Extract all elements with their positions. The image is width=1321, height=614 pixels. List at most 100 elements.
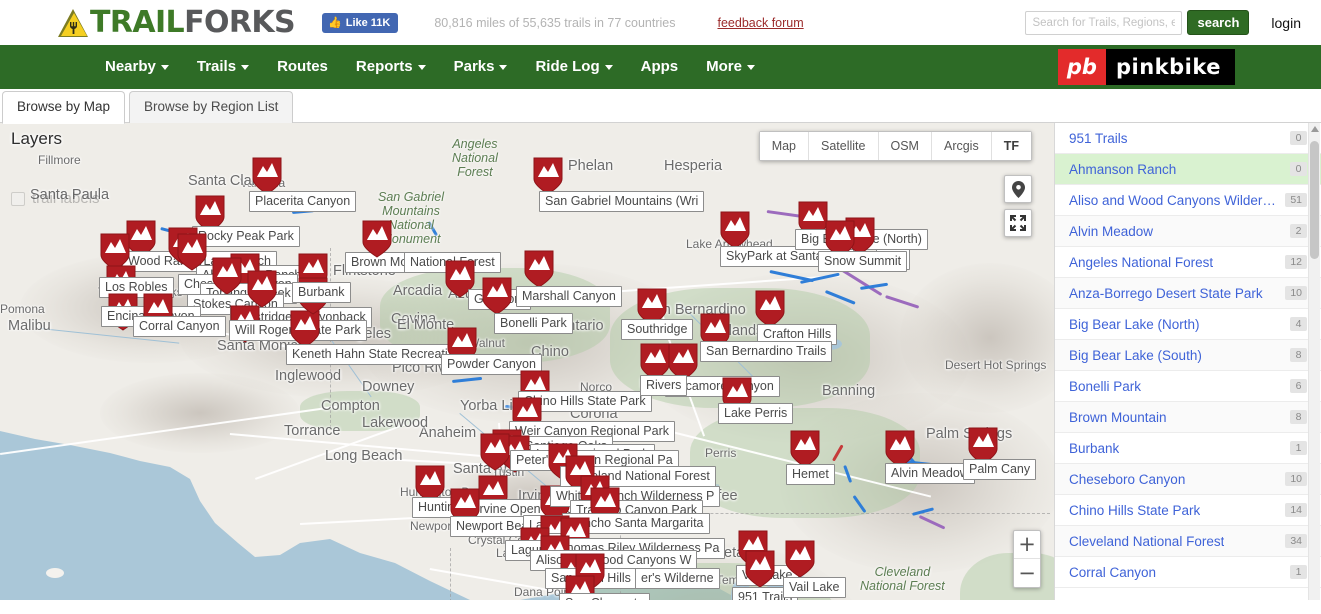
fullscreen-button[interactable]: [1004, 209, 1032, 237]
nav-label: Reports: [355, 58, 413, 75]
region-row[interactable]: Brown Mountain 8: [1055, 402, 1321, 433]
region-row[interactable]: Corral Canyon 1: [1055, 557, 1321, 588]
map-marker-cheseboro-canyon[interactable]: [177, 233, 207, 271]
nav-item-parks[interactable]: Parks: [440, 45, 522, 89]
region-row[interactable]: 951 Trails 0: [1055, 123, 1321, 154]
region-row[interactable]: Angeles National Forest 12: [1055, 247, 1321, 278]
map-marker-san-gabriel-wrightwood[interactable]: [533, 157, 563, 195]
map-marker-label-san-gabriel-wrightwood[interactable]: San Gabriel Mountains (Wri: [539, 191, 705, 212]
region-row[interactable]: Big Bear Lake (North) 4: [1055, 309, 1321, 340]
nav-item-apps[interactable]: Apps: [627, 45, 693, 89]
nav-item-ride-log[interactable]: Ride Log: [521, 45, 626, 89]
map-marker-bonelli-park[interactable]: [482, 277, 512, 315]
zoom-in-button[interactable]: +: [1014, 531, 1040, 559]
map-type-map[interactable]: Map: [759, 132, 810, 160]
map-marker-label-burbank[interactable]: Burbank: [292, 282, 351, 303]
region-name: Alvin Meadow: [1069, 223, 1154, 239]
nav-items: Nearby Trails Routes Reports Parks Ride …: [91, 45, 769, 89]
scroll-up-arrow-icon[interactable]: [1311, 126, 1319, 132]
layers-panel-title[interactable]: Layers: [0, 129, 100, 149]
map-marker-hemet-mk[interactable]: [790, 430, 820, 468]
map-marker-label-rocky-peak-park[interactable]: Rocky Peak Park: [192, 226, 300, 247]
nav-label: Routes: [277, 58, 328, 75]
map-marker-marshall-canyon[interactable]: [524, 250, 554, 288]
map-marker-label-alvin-meadow[interactable]: Alvin Meadow: [885, 463, 975, 484]
region-row[interactable]: Burbank 1: [1055, 433, 1321, 464]
region-trail-count: 10: [1285, 286, 1307, 300]
map-marker-angeles-national-forest[interactable]: [362, 220, 392, 258]
nav-label: Nearby: [105, 58, 156, 75]
map-marker-vail-lake-2[interactable]: [785, 540, 815, 578]
map-marker-label-palm-canyon[interactable]: Palm Cany: [963, 459, 1037, 480]
map-marker-label-bonelli-park[interactable]: Bonelli Park: [494, 313, 573, 334]
map-marker-peters-canyon-regional-park[interactable]: [480, 433, 510, 471]
sidebar-scrollbar[interactable]: [1308, 123, 1320, 600]
map-marker-label-snow-summit[interactable]: Snow Summit: [818, 251, 908, 272]
scrollbar-thumb[interactable]: [1310, 141, 1319, 259]
region-trail-count: 10: [1285, 472, 1307, 486]
map-marker-westridge-canyonback[interactable]: [247, 270, 277, 308]
map-type-satellite[interactable]: Satellite: [809, 132, 879, 160]
map-marker-label-placerita-canyon[interactable]: Placerita Canyon: [249, 191, 357, 212]
map-marker-label-keneth-hahn[interactable]: Keneth Hahn State Recreati: [286, 344, 454, 365]
region-list[interactable]: 951 Trails 0 Ahmanson Ranch 0 Aliso and Wood…: [1055, 123, 1321, 600]
nav-label: Trails: [196, 58, 237, 75]
map-marker-label-corral-canyon[interactable]: Corral Canyon: [133, 316, 226, 337]
region-row[interactable]: Big Bear Lake (South) 8: [1055, 340, 1321, 371]
map-marker-placerita-canyon[interactable]: [252, 157, 282, 195]
map-marker-label-marshall-canyon[interactable]: Marshall Canyon: [516, 286, 622, 307]
tab-browse-by-region-list[interactable]: Browse by Region List: [129, 91, 294, 123]
nav-item-routes[interactable]: Routes: [263, 45, 342, 89]
region-row[interactable]: Cheseboro Canyon 10: [1055, 464, 1321, 495]
pinkbike-logo-link[interactable]: pb pinkbike: [1057, 49, 1235, 85]
region-trail-count: 12: [1285, 255, 1307, 269]
map-marker-stokes-canyon[interactable]: [212, 257, 242, 295]
map-marker-label-riverside-mk[interactable]: Rivers: [640, 375, 688, 396]
zoom-out-button[interactable]: −: [1014, 559, 1040, 587]
search-button[interactable]: search: [1187, 10, 1250, 35]
nav-item-reports[interactable]: Reports: [342, 45, 440, 89]
trail-map[interactable]: Angeles National Forest San Gabriel Mount…: [0, 123, 1054, 600]
facebook-like-button[interactable]: 👍 Like 11K: [322, 12, 399, 33]
feedback-forum-link[interactable]: feedback forum: [717, 16, 803, 30]
map-marker-label-vail-lake-2[interactable]: Vail Lake: [783, 577, 846, 598]
region-row[interactable]: Cleveland National Forest 34: [1055, 526, 1321, 557]
trail-labels-checkbox[interactable]: [11, 191, 25, 206]
browse-tabs: Browse by Map Browse by Region List: [0, 89, 1321, 124]
map-marker-label-san-bernardino-trails[interactable]: San Bernardino Trails: [700, 341, 833, 362]
map-marker-label-lake-perris[interactable]: Lake Perris: [718, 403, 794, 424]
thumbs-up-icon: 👍: [328, 17, 342, 29]
trailforks-logo[interactable]: TRAIL FORKS: [58, 7, 296, 38]
region-row[interactable]: Alvin Meadow 2: [1055, 216, 1321, 247]
tab-browse-by-map[interactable]: Browse by Map: [2, 91, 126, 124]
map-marker-skypark-santas-village[interactable]: [720, 211, 750, 249]
page-content: Angeles National Forest San Gabriel Mount…: [0, 123, 1321, 600]
map-type-tf[interactable]: TF: [991, 132, 1031, 160]
region-name: Aliso and Wood Canyons Wilderness: [1069, 192, 1278, 208]
region-name: Chino Hills State Park: [1069, 502, 1201, 518]
login-link[interactable]: login: [1271, 15, 1301, 31]
map-marker-label-san-clemente-mk[interactable]: San Clemente: [559, 593, 651, 600]
map-marker-crafton-hills[interactable]: [755, 290, 785, 328]
region-row[interactable]: Chino Hills State Park 14: [1055, 495, 1321, 526]
region-row[interactable]: Anza-Borrego Desert State Park 10: [1055, 278, 1321, 309]
map-marker-951-trails-mk[interactable]: [745, 550, 775, 588]
map-marker-keneth-hahn[interactable]: [290, 310, 320, 348]
region-name: Big Bear Lake (North): [1069, 316, 1200, 332]
map-marker-label-hemet-mk[interactable]: Hemet: [786, 464, 835, 485]
map-marker-label-southridge[interactable]: Southridge: [621, 319, 694, 340]
map-marker-label-laguna-niguel-wilderness[interactable]: er's Wilderne: [635, 568, 720, 589]
nav-item-more[interactable]: More: [692, 45, 769, 89]
region-row[interactable]: Ahmanson Ranch 0: [1055, 154, 1321, 185]
geolocate-button[interactable]: [1004, 175, 1032, 203]
nav-item-trails[interactable]: Trails: [183, 45, 263, 89]
map-type-osm[interactable]: OSM: [878, 132, 932, 160]
map-type-arcgis[interactable]: Arcgis: [931, 132, 992, 160]
region-row[interactable]: Bonelli Park 6: [1055, 371, 1321, 402]
region-row[interactable]: Aliso and Wood Canyons Wilderness 51: [1055, 185, 1321, 216]
search-input[interactable]: [1025, 10, 1183, 35]
region-name: Brown Mountain: [1069, 409, 1167, 425]
trail-labels-toggle[interactable]: trail labels: [0, 190, 100, 207]
region-trail-count: 4: [1290, 317, 1307, 331]
nav-item-nearby[interactable]: Nearby: [91, 45, 183, 89]
